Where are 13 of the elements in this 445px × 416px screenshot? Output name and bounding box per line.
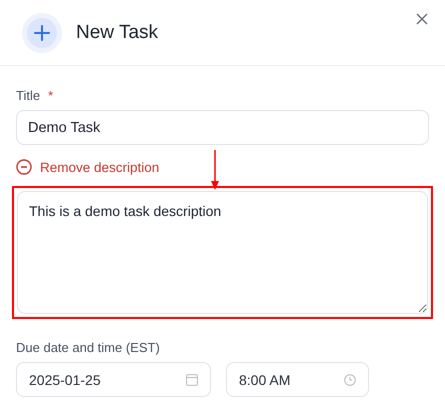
minus-circle-icon <box>16 159 32 175</box>
description-textarea[interactable]: This is a demo task description <box>17 191 428 314</box>
required-mark: * <box>48 88 54 103</box>
add-icon <box>22 12 62 52</box>
remove-description-button[interactable]: Remove description <box>16 159 160 175</box>
time-field[interactable]: 8:00 AM <box>226 362 369 397</box>
calendar-icon <box>186 374 198 386</box>
dialog-title: New Task <box>76 22 158 44</box>
date-field[interactable]: 2025-01-25 <box>16 362 211 397</box>
field-label: Due date and time (EST) <box>16 340 160 355</box>
title-input[interactable]: Demo Task <box>16 110 429 145</box>
field-label: Title <box>16 88 40 103</box>
clock-icon <box>344 374 356 386</box>
